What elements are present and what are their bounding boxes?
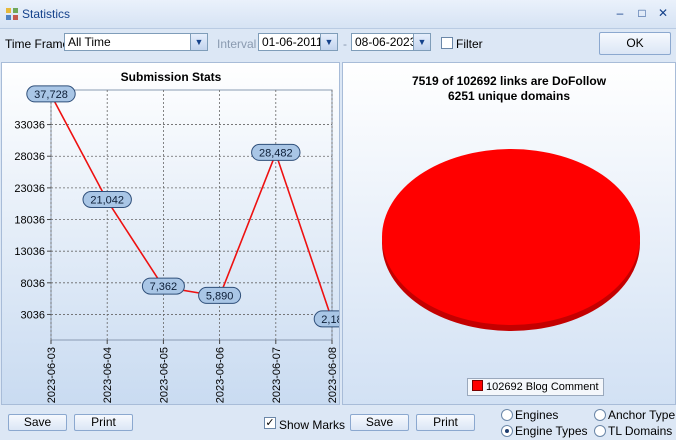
x-tick-label: 2023-06-05 bbox=[158, 347, 170, 403]
data-label: 5,890 bbox=[206, 290, 234, 302]
chevron-down-icon[interactable]: ▼ bbox=[413, 34, 430, 50]
data-label: 37,728 bbox=[34, 89, 68, 101]
engine-types-label: Engine Types bbox=[515, 424, 588, 438]
line-chart: Submission Stats 3036 8036 13036 18036 23036… bbox=[14, 70, 351, 403]
show-marks-label: Show Marks bbox=[279, 418, 346, 432]
time-frame-select[interactable]: All Time ▼ bbox=[64, 33, 208, 51]
dofollow-panel: 7519 of 102692 links are DoFollow 6251 u… bbox=[342, 62, 676, 405]
submission-stats-panel: Submission Stats 3036 8036 13036 18036 23036… bbox=[1, 62, 351, 405]
y-tick-label: 3036 bbox=[21, 309, 45, 321]
date-to-value: 08-06-2023 bbox=[355, 35, 417, 49]
bottom-bar: Save Print ✓ Show Marks Save Print Engin… bbox=[0, 408, 676, 440]
ok-button[interactable]: OK bbox=[599, 32, 671, 55]
chart-title: Submission Stats bbox=[121, 70, 222, 84]
save-chart-button[interactable]: Save bbox=[8, 414, 67, 431]
interval-label: Interval bbox=[217, 37, 257, 51]
data-label: 21,042 bbox=[90, 194, 124, 206]
x-tick-label: 2023-06-03 bbox=[46, 347, 58, 403]
y-tick-label: 13036 bbox=[14, 246, 45, 258]
data-label: 7,362 bbox=[150, 281, 178, 293]
title-bar: Statistics – □ ✕ bbox=[0, 0, 676, 29]
toolbar: Time Frame All Time ▼ Interval 01-06-201… bbox=[0, 29, 676, 59]
plot-area bbox=[50, 89, 333, 341]
filter-checkbox[interactable] bbox=[441, 37, 453, 49]
save-pie-button[interactable]: Save bbox=[350, 414, 409, 431]
data-label: 28,482 bbox=[259, 147, 293, 159]
data-label: 2,18 bbox=[321, 314, 339, 326]
pie-legend: 102692 Blog Comment bbox=[467, 378, 604, 396]
time-frame-label: Time Frame bbox=[5, 37, 70, 51]
minimize-button[interactable]: – bbox=[612, 5, 628, 21]
anchor-type-label: Anchor Type bbox=[608, 408, 676, 422]
tl-domains-label: TL Domains bbox=[608, 424, 673, 438]
engines-radio[interactable] bbox=[501, 409, 513, 421]
show-marks-checkbox[interactable]: ✓ bbox=[264, 417, 276, 429]
time-frame-value: All Time bbox=[68, 35, 111, 49]
filter-label: Filter bbox=[456, 37, 483, 51]
pie-chart bbox=[382, 149, 640, 331]
app-icon bbox=[6, 8, 18, 20]
y-tick-label: 28036 bbox=[14, 151, 45, 163]
chevron-down-icon[interactable]: ▼ bbox=[320, 34, 337, 50]
legend-swatch bbox=[472, 380, 483, 391]
date-to-picker[interactable]: 08-06-2023 ▼ bbox=[351, 33, 431, 51]
tl-domains-radio[interactable] bbox=[594, 425, 606, 437]
y-tick-label: 33036 bbox=[14, 120, 45, 132]
date-from-value: 01-06-2011 bbox=[262, 35, 323, 49]
date-from-picker[interactable]: 01-06-2011 ▼ bbox=[258, 33, 338, 51]
print-pie-button[interactable]: Print bbox=[416, 414, 475, 431]
x-tick-label: 2023-06-06 bbox=[215, 347, 227, 403]
chevron-down-icon[interactable]: ▼ bbox=[190, 34, 207, 50]
engine-types-radio[interactable] bbox=[501, 425, 513, 437]
legend-entry: 102692 Blog Comment bbox=[486, 381, 599, 393]
close-button[interactable]: ✕ bbox=[655, 5, 671, 21]
x-tick-label: 2023-06-07 bbox=[271, 347, 283, 403]
y-tick-label: 18036 bbox=[14, 215, 45, 227]
pie-slice[interactable] bbox=[382, 149, 640, 325]
window-title: Statistics bbox=[22, 7, 71, 21]
x-tick-label: 2023-06-04 bbox=[102, 347, 114, 403]
engines-label: Engines bbox=[515, 408, 559, 422]
x-tick-label: 2023-06-08 bbox=[327, 347, 339, 403]
maximize-button[interactable]: □ bbox=[634, 5, 650, 21]
y-tick-label: 23036 bbox=[14, 183, 45, 195]
print-chart-button[interactable]: Print bbox=[74, 414, 133, 431]
y-tick-label: 8036 bbox=[21, 278, 45, 290]
anchor-type-radio[interactable] bbox=[594, 409, 606, 421]
date-separator: - bbox=[343, 37, 347, 51]
